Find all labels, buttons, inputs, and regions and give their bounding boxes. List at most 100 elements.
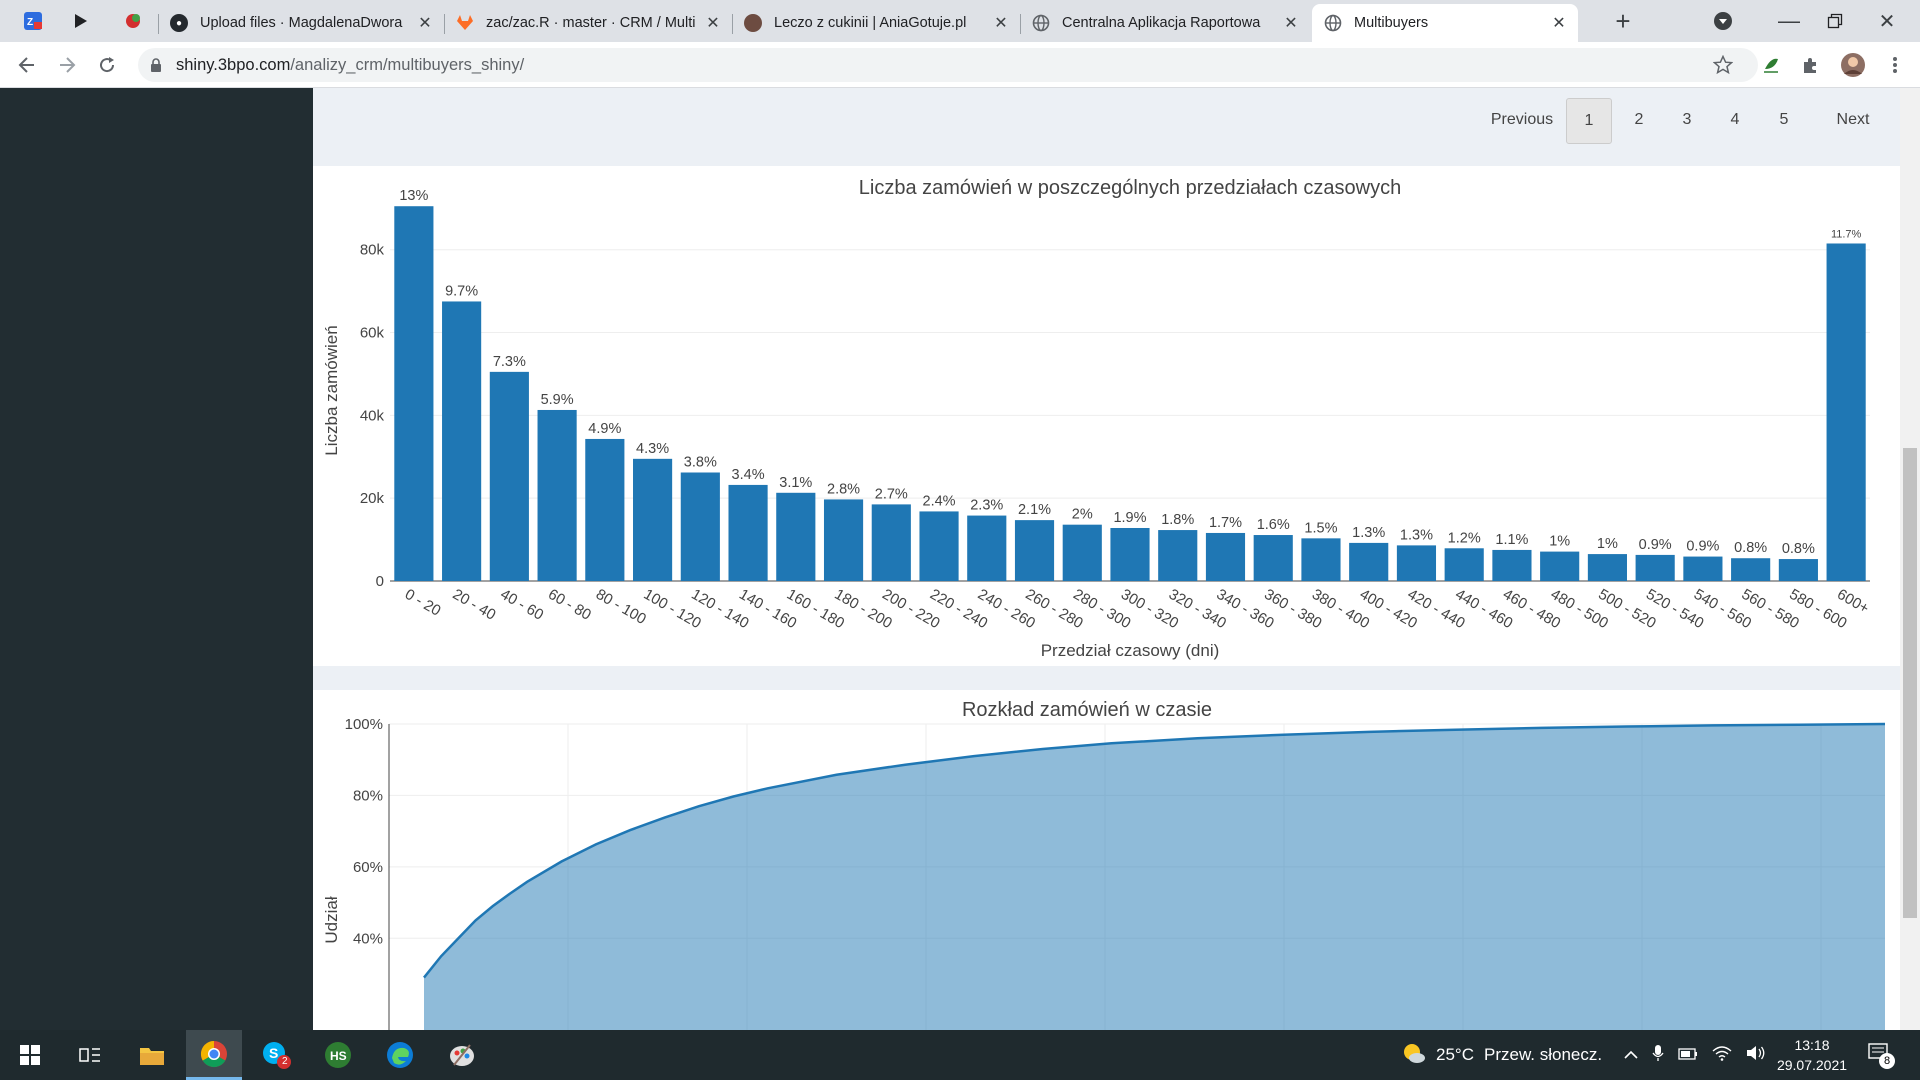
bar[interactable] [442, 301, 482, 581]
bar[interactable] [1205, 532, 1246, 581]
x-axis-label: Przedział czasowy (dni) [1041, 641, 1220, 660]
back-arrow-icon[interactable] [12, 50, 42, 80]
wifi-icon[interactable] [1712, 1045, 1732, 1066]
bar[interactable] [680, 472, 720, 581]
weather-widget[interactable]: 25°C Przew. słonecz. [1400, 1030, 1602, 1080]
notifications-button[interactable]: 8 [1868, 1030, 1895, 1080]
play-icon[interactable] [66, 6, 96, 36]
y-tick-label: 100% [345, 716, 383, 733]
bar[interactable] [1826, 243, 1866, 581]
bar[interactable] [1110, 527, 1150, 581]
bar[interactable] [1396, 545, 1437, 581]
pagination-page-2[interactable]: 2 [1617, 98, 1661, 142]
scrollbar-thumb[interactable] [1903, 448, 1917, 918]
close-tab-icon[interactable]: ✕ [414, 13, 436, 33]
pagination-page-5[interactable]: 5 [1762, 98, 1806, 142]
bar[interactable] [967, 515, 1007, 581]
battery-icon[interactable] [1678, 1045, 1698, 1065]
forward-arrow-icon[interactable] [52, 50, 82, 80]
bar[interactable] [1492, 549, 1532, 581]
bar-value-label: 2% [1072, 507, 1093, 523]
bar[interactable] [633, 458, 673, 581]
chevron-up-icon[interactable] [1624, 1045, 1638, 1065]
area-chart[interactable]: 40% 60% 80% 100% Rozkład zamówień w czasie Ud… [313, 690, 1900, 1030]
x-tick-label: 40 - 60 [497, 586, 546, 624]
address-bar[interactable]: shiny.3bpo.com/analizy_crm/multibuyers_s… [138, 48, 1758, 82]
tab-github-upload[interactable]: ● Upload files · MagdalenaDwora ✕ [158, 4, 444, 42]
bar[interactable] [1158, 530, 1198, 581]
skype-icon[interactable]: S 2 [248, 1030, 304, 1080]
bar[interactable] [1778, 559, 1818, 581]
windows-taskbar: S 2 HS 25°C Przew. słonecz. 13:18 29.07.… [0, 1030, 1920, 1080]
pagination-page-1[interactable]: 1 [1566, 98, 1612, 144]
tab-title: Multibuyers [1354, 15, 1429, 31]
bar[interactable] [585, 438, 625, 581]
svg-text:HS: HS [330, 1049, 347, 1063]
bar[interactable] [1301, 538, 1341, 581]
bar[interactable] [1014, 520, 1055, 581]
close-tab-icon[interactable]: ✕ [702, 13, 724, 33]
lock-icon[interactable] [150, 58, 162, 72]
bar[interactable] [1253, 535, 1293, 581]
close-window-icon[interactable]: ✕ [1872, 6, 1902, 36]
bar-value-label: 0.9% [1639, 537, 1672, 553]
bar-value-label: 1.9% [1113, 510, 1146, 526]
close-tab-icon[interactable]: ✕ [1548, 13, 1570, 33]
minimize-icon[interactable]: — [1774, 6, 1804, 36]
windows-start-icon[interactable] [2, 1030, 58, 1080]
chrome-taskbar-icon[interactable] [186, 1030, 242, 1080]
tab-multibuyers[interactable]: Multibuyers ✕ [1312, 4, 1578, 42]
restore-icon[interactable] [1820, 6, 1850, 36]
tab-gitlab-zac[interactable]: zac/zac.R · master · CRM / Multi ✕ [444, 4, 732, 42]
tab-centralna-aplikacja[interactable]: Centralna Aplikacja Raportowa ✕ [1020, 4, 1310, 42]
tab-aniagotuje[interactable]: Leczo z cukinii | AniaGotuje.pl ✕ [732, 4, 1020, 42]
profile-avatar[interactable] [1838, 50, 1868, 80]
bar[interactable] [776, 492, 816, 581]
close-tab-icon[interactable]: ✕ [990, 13, 1012, 33]
bar[interactable] [823, 499, 864, 581]
bookmark-star-icon[interactable] [1708, 50, 1738, 80]
bar[interactable] [1683, 556, 1723, 581]
skype-badge: 2 [282, 1056, 288, 1067]
weather-description: Przew. słonecz. [1483, 1045, 1603, 1064]
extensions-puzzle-icon[interactable] [1796, 50, 1826, 80]
page-scrollbar[interactable] [1900, 88, 1920, 1030]
bar[interactable] [1731, 558, 1771, 581]
zh-extension-icon[interactable]: Z [18, 6, 48, 36]
bar[interactable] [871, 504, 911, 581]
new-tab-plus-icon[interactable]: + [1608, 6, 1638, 36]
bar[interactable] [1635, 554, 1675, 581]
bar[interactable] [1444, 548, 1484, 581]
volume-icon[interactable] [1746, 1045, 1766, 1066]
paint-icon[interactable] [434, 1030, 490, 1080]
extension-leaf-icon[interactable] [1756, 50, 1786, 80]
microphone-icon[interactable] [1652, 1044, 1664, 1067]
reload-icon[interactable] [92, 50, 122, 80]
area-fill[interactable] [424, 724, 1885, 1030]
y-tick-label: 80% [353, 787, 383, 804]
bar[interactable] [537, 409, 577, 581]
file-explorer-icon[interactable] [124, 1030, 180, 1080]
edge-icon[interactable] [372, 1030, 428, 1080]
bar[interactable] [728, 484, 768, 581]
task-view-icon[interactable] [62, 1030, 118, 1080]
bar[interactable] [489, 371, 529, 581]
extension-badge-icon[interactable] [118, 6, 148, 36]
tab-search-icon[interactable] [1708, 6, 1738, 36]
bar[interactable] [394, 206, 434, 581]
close-tab-icon[interactable]: ✕ [1280, 13, 1302, 33]
bar[interactable] [1349, 542, 1389, 581]
bar[interactable] [1540, 551, 1580, 581]
bar-value-label: 2.7% [875, 486, 908, 502]
clock[interactable]: 13:18 29.07.2021 [1772, 1035, 1852, 1075]
chrome-menu-icon[interactable] [1880, 50, 1910, 80]
pagination-next[interactable]: Next [1823, 98, 1883, 142]
bar-chart[interactable]: 0 20k 40k 60k 80k 13% 0 - 20 9.7% 20 - 40 7.3% 40 … [313, 166, 1900, 666]
pagination-page-4[interactable]: 4 [1713, 98, 1757, 142]
bar[interactable] [1062, 524, 1102, 581]
pagination-previous[interactable]: Previous [1481, 98, 1563, 142]
bar[interactable] [919, 511, 959, 581]
bar[interactable] [1587, 554, 1627, 581]
pagination-page-3[interactable]: 3 [1665, 98, 1709, 142]
hubstaff-icon[interactable]: HS [310, 1030, 366, 1080]
